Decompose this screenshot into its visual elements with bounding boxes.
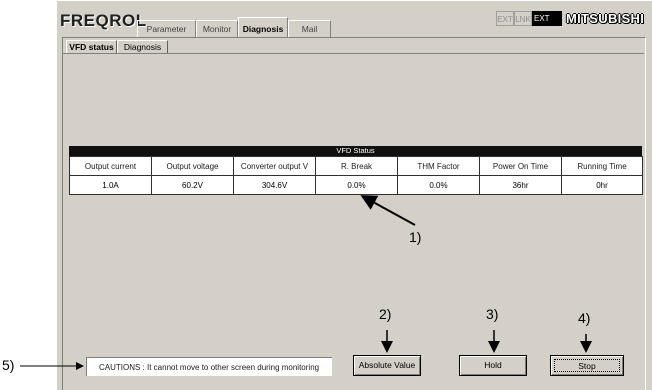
annotation-1: 1) [409,229,422,245]
stop-button[interactable]: Stop [550,355,624,376]
annotation-2: 2) [379,306,392,322]
arrow-1 [360,195,416,226]
annotation-5: 5) [2,357,15,373]
cautions-message: CAUTIONS : It cannot move to other scree… [86,357,332,376]
annotation-3: 3) [486,306,499,322]
stop-button-label: Stop [554,359,620,372]
annotation-4: 4) [578,310,591,326]
absolute-value-button[interactable]: Absolute Value [353,355,421,376]
annotation-arrows [20,195,592,370]
hold-button[interactable]: Hold [459,355,527,376]
